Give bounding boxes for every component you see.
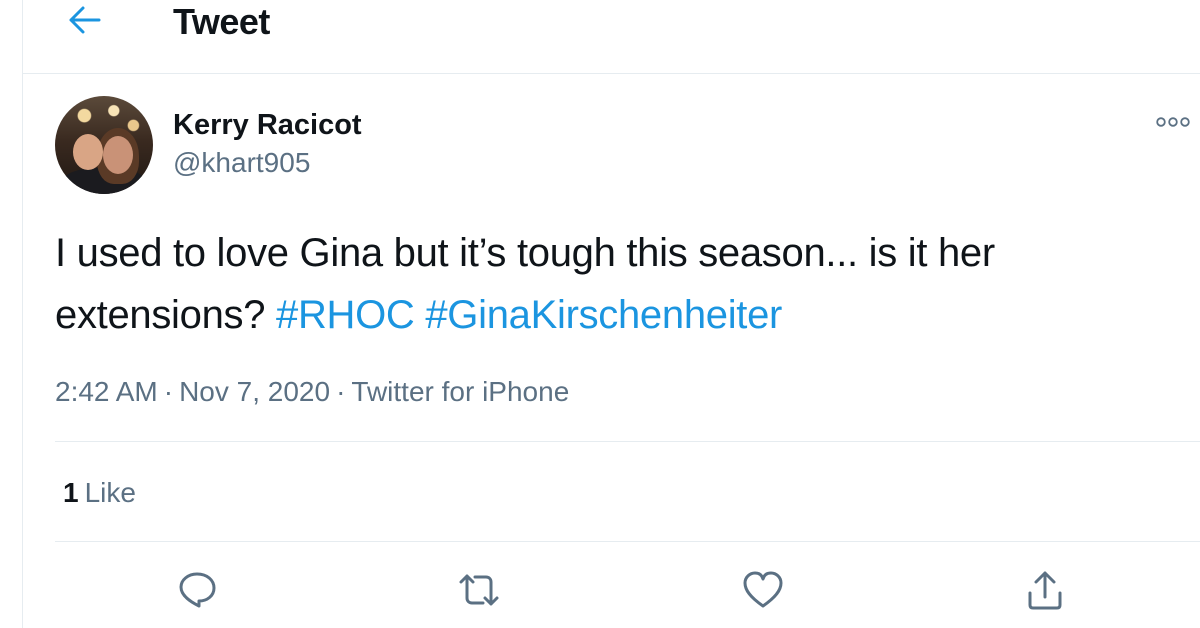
page-title: Tweet: [173, 1, 270, 42]
like-button[interactable]: [739, 568, 787, 616]
more-icon: [1155, 115, 1191, 133]
author-handle[interactable]: @khart905: [173, 146, 310, 180]
divider: [55, 441, 1200, 442]
meta-separator: ·: [336, 376, 346, 407]
hashtag-link[interactable]: #RHOC: [276, 293, 415, 337]
arrow-left-icon: [68, 5, 102, 40]
tweet-meta: 2:42 AM · Nov 7, 2020 · Twitter for iPhone: [55, 372, 569, 412]
divider: [55, 541, 1200, 542]
back-button[interactable]: [63, 2, 107, 42]
tweet-source[interactable]: Twitter for iPhone: [351, 372, 569, 412]
author-name[interactable]: Kerry Racicot: [173, 108, 362, 142]
heart-icon: [742, 570, 784, 615]
tweet-page: Tweet Kerry Racicot @khart905 I used to …: [22, 0, 1200, 628]
reply-button[interactable]: [173, 568, 221, 616]
tweet-time[interactable]: 2:42 AM: [55, 372, 158, 412]
header: Tweet: [23, 0, 1200, 74]
retweet-icon: [457, 570, 501, 615]
avatar[interactable]: [55, 96, 153, 194]
like-count: 1: [63, 477, 79, 508]
reply-icon: [177, 570, 217, 615]
share-icon: [1025, 569, 1065, 616]
like-label: Like: [84, 477, 136, 508]
tweet-date[interactable]: Nov 7, 2020: [179, 372, 330, 412]
meta-separator: ·: [163, 376, 174, 407]
share-button[interactable]: [1021, 568, 1069, 616]
tweet-text: I used to love Gina but it’s tough this …: [55, 222, 1175, 346]
retweet-button[interactable]: [455, 568, 503, 616]
likes-stat[interactable]: 1 Like: [63, 474, 136, 512]
hashtag-link[interactable]: #GinaKirschenheiter: [425, 293, 782, 337]
more-options-button[interactable]: [1151, 112, 1195, 136]
